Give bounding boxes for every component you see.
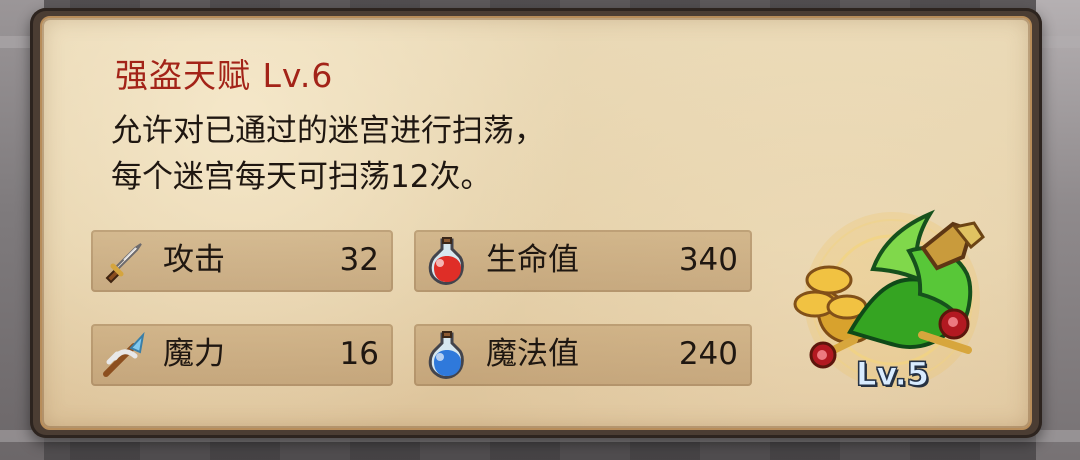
magic-label: 魔力 bbox=[163, 336, 225, 372]
talent-description-line: 允许对已通过的迷宫进行扫荡， bbox=[111, 113, 545, 149]
blue-potion-icon bbox=[428, 331, 464, 379]
hp-value: 340 bbox=[678, 242, 738, 278]
magic-staff-icon bbox=[103, 331, 145, 377]
mp-label: 魔法值 bbox=[486, 336, 579, 372]
stat-row-attack: 攻击 32 bbox=[91, 230, 393, 292]
talent-description-line: 每个迷宫每天可扫荡12次。 bbox=[111, 159, 492, 195]
stat-row-mp: 魔法值 240 bbox=[414, 324, 752, 386]
talent-description: 允许对已通过的迷宫进行扫荡， 每个迷宫每天可扫荡12次。 bbox=[111, 108, 545, 200]
attack-label: 攻击 bbox=[163, 242, 225, 278]
background-right-wall bbox=[1036, 0, 1080, 460]
emblem-level-badge: Lv.5 bbox=[855, 355, 930, 393]
sword-icon bbox=[105, 243, 142, 284]
stat-row-magic: 魔力 16 bbox=[91, 324, 393, 386]
talent-title: 强盗天赋 Lv.6 bbox=[115, 56, 334, 95]
mp-value: 240 bbox=[678, 336, 738, 372]
game-screen: 强盗天赋 Lv.6 允许对已通过的迷宫进行扫荡， 每个迷宫每天可扫荡12次。 攻… bbox=[0, 0, 1080, 460]
hp-label: 生命值 bbox=[486, 242, 579, 278]
stat-row-hp: 生命值 340 bbox=[414, 230, 752, 292]
magic-value: 16 bbox=[339, 336, 379, 372]
red-potion-icon bbox=[428, 237, 464, 285]
attack-value: 32 bbox=[339, 242, 379, 278]
